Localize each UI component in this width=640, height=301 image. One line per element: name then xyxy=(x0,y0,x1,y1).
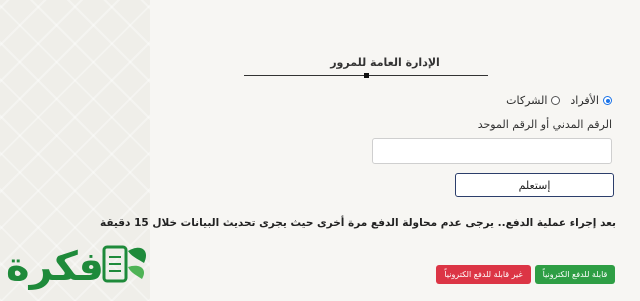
civil-id-label: الرقم المدني أو الرقم الموحد xyxy=(477,118,612,131)
radio-companies[interactable] xyxy=(551,96,561,105)
radio-companies-label: الشركات xyxy=(506,94,548,107)
not-payable-legend-badge: غير قابلة للدفع الكترونياً xyxy=(436,265,531,284)
account-type-radio-group: الأفراد الشركات xyxy=(506,94,612,107)
radio-individuals[interactable] xyxy=(603,96,612,105)
radio-option-companies[interactable]: الشركات xyxy=(506,94,561,107)
civil-id-input[interactable] xyxy=(372,138,612,164)
payable-legend-badge: قابلة للدفع الكترونياً xyxy=(535,265,615,284)
radio-individuals-label: الأفراد xyxy=(570,94,599,107)
payment-notice: بعد إجراء عملية الدفع.. يرجى عدم محاولة … xyxy=(99,217,616,229)
page-title: الإدارة العامة للمرور xyxy=(330,56,440,69)
radio-option-individuals[interactable]: الأفراد xyxy=(570,94,612,107)
header-divider-dot xyxy=(364,73,369,78)
logo-text: فكرة xyxy=(6,244,105,290)
inquiry-button[interactable]: إستعلم xyxy=(455,173,614,197)
